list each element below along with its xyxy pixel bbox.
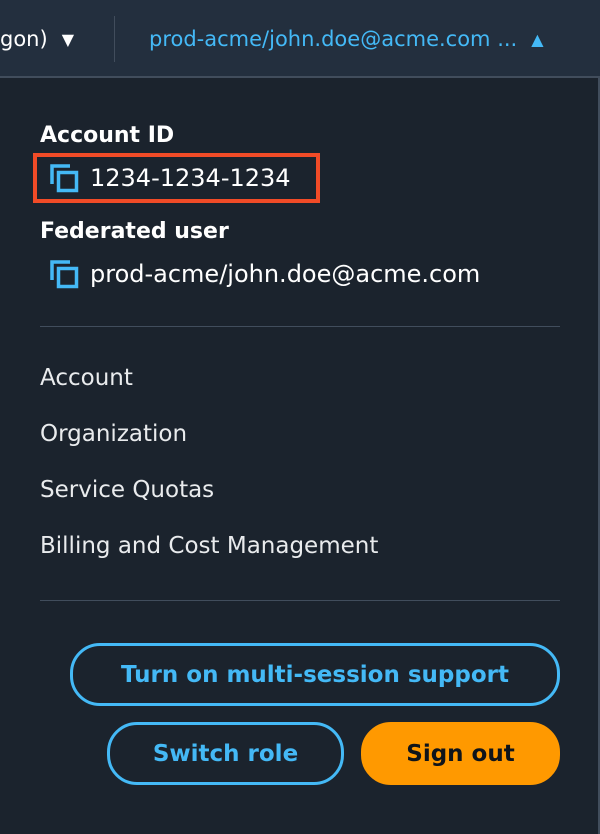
- menu-item-service-quotas[interactable]: Service Quotas: [40, 477, 214, 503]
- region-selector-button[interactable]: gon) ▼: [0, 20, 74, 58]
- federated-user-value: prod-acme/john.doe@acme.com: [90, 260, 481, 288]
- multi-session-button-label: Turn on multi-session support: [121, 661, 509, 688]
- switch-role-button-label: Switch role: [152, 740, 299, 767]
- account-menu-button[interactable]: prod-acme/john.doe@acme.com ... ▲: [149, 20, 544, 58]
- federated-user-label: Federated user: [40, 219, 229, 244]
- menu-item-organization[interactable]: Organization: [40, 421, 187, 447]
- copy-icon[interactable]: [48, 258, 80, 290]
- account-id-label: Account ID: [40, 123, 175, 148]
- top-navigation-bar: gon) ▼ prod-acme/john.doe@acme.com ... ▲: [0, 0, 600, 78]
- caret-down-icon: ▼: [61, 29, 74, 49]
- topbar-divider: [114, 16, 115, 62]
- menu-item-billing[interactable]: Billing and Cost Management: [40, 533, 378, 559]
- account-menu-label: prod-acme/john.doe@acme.com ...: [149, 27, 518, 51]
- caret-up-icon: ▲: [531, 29, 544, 49]
- section-divider: [40, 326, 560, 327]
- sign-out-button[interactable]: Sign out: [361, 722, 560, 785]
- switch-role-button[interactable]: Switch role: [107, 722, 344, 785]
- highlight-annotation-box: [33, 153, 320, 203]
- multi-session-button[interactable]: Turn on multi-session support: [70, 643, 560, 706]
- region-selector-label: gon): [0, 27, 48, 51]
- menu-item-account[interactable]: Account: [40, 365, 133, 391]
- federated-user-row: prod-acme/john.doe@acme.com: [48, 258, 480, 290]
- sign-out-button-label: Sign out: [406, 740, 515, 767]
- section-divider: [40, 600, 560, 601]
